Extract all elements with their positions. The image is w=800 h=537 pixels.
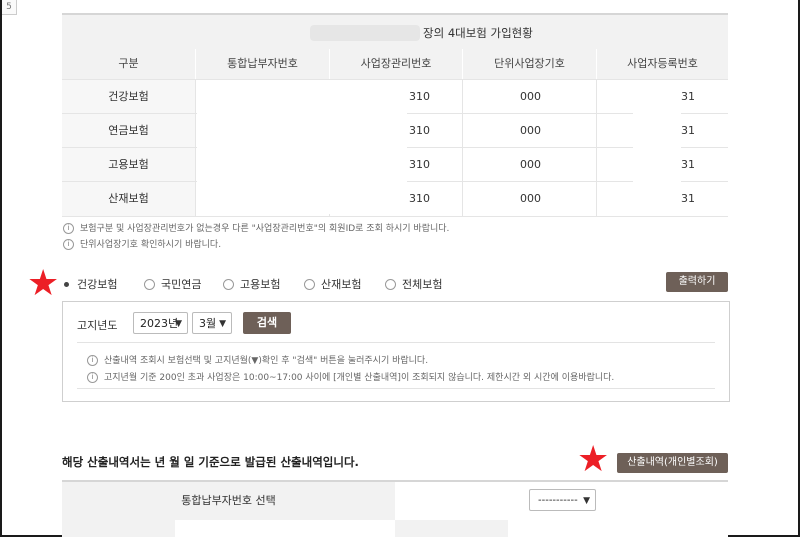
unit-workplace-code: 000 — [520, 158, 541, 171]
business-mgmt-no: 310 — [409, 158, 430, 171]
business-reg-no: 31 — [681, 192, 695, 205]
radio-icon — [385, 278, 396, 290]
unit-workplace-code: 000 — [520, 192, 541, 205]
row-label: 연금보험 — [62, 114, 195, 148]
radio-employment-insurance[interactable]: 고용보험 — [223, 278, 280, 292]
unit-workplace-code: 000 — [520, 90, 541, 103]
search-note-2: i 고지년월 기준 200인 초과 사업장은 10:00~17:00 사이에 [개… — [87, 370, 614, 383]
business-mgmt-no: 310 — [409, 90, 430, 103]
chevron-down-icon: ▼ — [175, 319, 182, 329]
payer-select-row: 통합납부자번호 선택 ----------- ▼ — [62, 482, 728, 520]
table-note-1: i 보험구분 및 사업장관리번호가 없는경우 다른 "사업장관리번호"의 회원ID… — [63, 221, 449, 234]
search-note-1: i 산출내역 조회시 보험선택 및 고지년월(▼)확인 후 "검색" 버튼을 눌러… — [87, 353, 428, 366]
year-select[interactable]: 2023년 ▼ — [133, 312, 188, 334]
header-business-reg-no: 사업자등록번호 — [627, 57, 698, 70]
redacted-payer-numbers — [197, 80, 407, 214]
business-mgmt-no: 310 — [409, 124, 430, 137]
unit-workplace-code: 000 — [520, 124, 541, 137]
header-unit-workplace-code: 단위사업장기호 — [494, 57, 565, 70]
search-button[interactable]: 검색 — [243, 312, 291, 334]
star-annotation-icon: ★ — [27, 263, 60, 304]
radio-all-insurance[interactable]: 전체보험 — [385, 278, 442, 292]
business-mgmt-no: 310 — [409, 192, 430, 205]
window-frame-left — [0, 0, 2, 537]
info-icon: i — [63, 239, 74, 250]
insurance-status-title: 장의 4대보험 가입현황 — [423, 26, 533, 40]
radio-icon — [304, 278, 315, 290]
star-annotation-icon: ★ — [577, 439, 610, 480]
insurance-table-header: 구분 통합납부자번호 사업장관리번호 단위사업장기호 사업자등록번호 — [62, 49, 728, 79]
month-select[interactable]: 3월 ▼ — [192, 312, 232, 334]
payer-number-select[interactable]: ----------- ▼ — [529, 489, 596, 511]
calculation-details-title: 해당 산출내역서는 년 월 일 기준으로 발급된 산출내역입니다. — [62, 455, 359, 469]
table-note-2: i 단위사업장기호 확인하시기 바랍니다. — [63, 237, 221, 250]
radio-national-pension[interactable]: 국민연금 — [144, 278, 201, 292]
search-panel: 고지년도 2023년 ▼ 3월 ▼ 검색 i 산출내역 조회시 보험선택 및 고지년월… — [62, 301, 730, 402]
row-label: 건강보험 — [62, 80, 195, 114]
chevron-down-icon: ▼ — [219, 319, 226, 329]
row-label: 고용보험 — [62, 148, 195, 182]
notice-year-label: 고지년도 — [77, 319, 118, 332]
business-reg-no: 31 — [681, 158, 695, 171]
business-reg-no: 31 — [681, 124, 695, 137]
insurance-status-title-bar: 장의 4대보험 가입현황 — [62, 13, 728, 51]
info-icon: i — [87, 372, 98, 383]
header-integrated-payer-no: 통합납부자번호 — [227, 57, 298, 70]
row-label: 산재보험 — [62, 182, 195, 216]
radio-icon — [144, 278, 155, 290]
redacted-company-name — [310, 25, 420, 41]
header-business-mgmt-no: 사업장관리번호 — [360, 57, 432, 70]
details-table-next-row — [62, 520, 728, 537]
corner-label: 5 — [2, 0, 17, 15]
radio-icon — [223, 278, 234, 290]
business-reg-no: 31 — [681, 90, 695, 103]
chevron-down-icon: ▼ — [583, 496, 590, 506]
redacted-reg-numbers — [633, 80, 681, 214]
info-icon: i — [87, 355, 98, 366]
info-icon: i — [63, 223, 74, 234]
header-category: 구분 — [118, 57, 139, 70]
radio-industrial-accident[interactable]: 산재보험 — [304, 278, 361, 292]
radio-health-insurance[interactable]: 건강보험 — [64, 278, 117, 292]
radio-selected-icon — [64, 281, 69, 287]
print-button[interactable]: 출력하기 — [666, 272, 728, 292]
individual-details-button[interactable]: 산출내역(개인별조회) — [617, 453, 728, 473]
payer-select-label: 통합납부자번호 선택 — [62, 482, 395, 520]
